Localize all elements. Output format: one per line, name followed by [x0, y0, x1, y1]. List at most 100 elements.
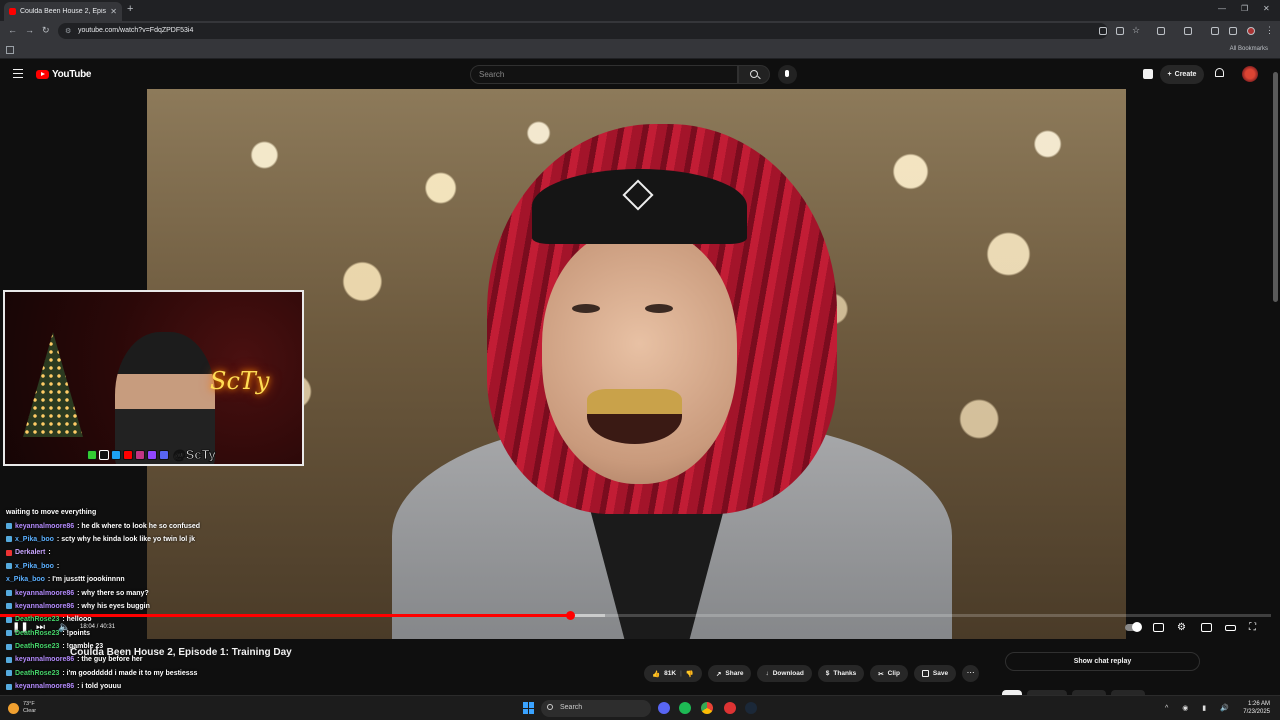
install-app-icon[interactable]: [1099, 27, 1107, 35]
captions-icon[interactable]: [1153, 623, 1164, 632]
apps-icon[interactable]: [6, 46, 14, 54]
thumbs-down-icon[interactable]: 👎: [686, 670, 694, 678]
twitter-icon: [111, 449, 121, 460]
thanks-button[interactable]: $ Thanks: [817, 665, 865, 682]
streamer: [115, 332, 215, 464]
weather-widget[interactable]: 73°F Clear: [8, 701, 36, 715]
chat-message: DeathRose23: i'm gooddddd i made it to m…: [6, 667, 326, 680]
download-button[interactable]: ↓ Download: [757, 665, 812, 682]
weather-desc: Clear: [23, 708, 37, 714]
chat-overlay: waiting to move everything keyannalmoore8…: [6, 506, 326, 707]
side-panel-icon[interactable]: [1184, 27, 1192, 35]
chat-username: keyannalmoore86: [15, 656, 75, 664]
video-subject-eye: [645, 304, 673, 313]
close-window-icon[interactable]: ✕: [1263, 4, 1270, 13]
new-tab-icon[interactable]: +: [127, 3, 133, 15]
save-button[interactable]: Save: [913, 665, 957, 682]
video-subject-grills: [587, 389, 682, 444]
video-subject-headband: [532, 169, 747, 244]
chat-message: waiting to move everything: [6, 506, 326, 519]
downloads-icon[interactable]: [1211, 27, 1219, 35]
clip-button[interactable]: ✂ Clip: [870, 665, 908, 682]
address-bar[interactable]: ⚙ youtube.com/watch?v=FdqZPDF53i4: [58, 23, 1108, 39]
video-subject-eye: [572, 304, 600, 313]
app-icon[interactable]: [724, 702, 736, 714]
chat-username: x_Pika_boo: [6, 576, 45, 584]
fullscreen-icon[interactable]: ⛶: [1249, 622, 1256, 633]
minimize-icon[interactable]: —: [1218, 4, 1226, 13]
all-bookmarks[interactable]: All Bookmarks: [1230, 46, 1268, 52]
instagram-icon: [135, 449, 145, 460]
extensions-icon[interactable]: [1157, 27, 1165, 35]
chat-message: x_Pika_boo: I'm jussttt joookinnnn: [6, 573, 326, 586]
chat-username: DeathRose23: [15, 616, 60, 624]
like-count: 81K: [664, 670, 677, 677]
chat-text: :: [56, 562, 60, 570]
neon-sign: ScTy: [210, 367, 270, 395]
steam-icon[interactable]: [745, 702, 757, 714]
more-actions-button[interactable]: ⋯: [962, 665, 980, 682]
site-info-icon[interactable]: ⚙: [65, 27, 71, 35]
bookmark-star-icon[interactable]: ☆: [1132, 25, 1140, 36]
chat-text: : he dk where to look he so confused: [77, 522, 201, 530]
spotify-icon[interactable]: [679, 702, 691, 714]
video-subject-face: [542, 229, 737, 484]
save-icon: [921, 670, 929, 677]
chat-badge-icon: [6, 630, 12, 637]
youtube-logo[interactable]: YouTube: [36, 69, 92, 80]
miniplayer-icon[interactable]: [1201, 623, 1212, 632]
scrollbar-thumb[interactable]: [1273, 72, 1278, 302]
start-button[interactable]: [523, 702, 535, 714]
search-icon: [750, 70, 758, 78]
youtube-favicon-icon: [9, 8, 16, 15]
discord-icon[interactable]: [658, 702, 670, 714]
chat-badge-icon: [6, 563, 12, 570]
theater-mode-icon[interactable]: [1225, 625, 1236, 631]
share-button[interactable]: ↗ Share: [707, 665, 752, 682]
chrome-icon[interactable]: [701, 702, 713, 714]
chat-message: DeathRose23: !points: [6, 627, 326, 640]
tab-close-icon[interactable]: ✕: [110, 7, 117, 16]
chat-username: keyannalmoore86: [15, 589, 75, 597]
autoplay-toggle[interactable]: [1125, 622, 1142, 632]
taskbar-search[interactable]: Search: [541, 700, 651, 717]
chat-text: :: [48, 549, 51, 557]
chat-username: x_Pika_boo: [15, 535, 54, 543]
settings-gear-icon[interactable]: ⚙: [1177, 622, 1186, 633]
back-icon[interactable]: ←: [8, 25, 17, 35]
taskbar-clock[interactable]: 1:26 AM 7/23/2025: [1243, 700, 1270, 716]
clip-label: Clip: [887, 670, 900, 677]
show-chat-replay-button[interactable]: Show chat replay: [1005, 652, 1200, 671]
account-avatar[interactable]: [1242, 66, 1258, 82]
search-input[interactable]: Search: [470, 65, 738, 84]
create-button[interactable]: + Create: [1160, 65, 1204, 84]
browser-tab[interactable]: Coulda Been House 2, Episo ✕: [4, 2, 122, 21]
tracking-protection-icon[interactable]: [1116, 27, 1124, 35]
system-tray[interactable]: ^ ◉ ▮ 🔊: [1165, 704, 1235, 712]
chat-badge-icon: [6, 536, 12, 543]
christmas-tree: [23, 332, 83, 437]
download-icon: ↓: [765, 670, 769, 677]
extension-icon[interactable]: [1229, 27, 1237, 35]
youtube-wordmark: YouTube: [52, 69, 92, 80]
save-label: Save: [932, 670, 949, 677]
games-icon[interactable]: [1143, 69, 1153, 79]
browser-menu-icon[interactable]: ⋮: [1265, 25, 1274, 36]
like-button[interactable]: 👍 81K | 👎: [644, 665, 702, 682]
search-button[interactable]: [738, 65, 770, 84]
maximize-icon[interactable]: ❐: [1241, 4, 1248, 13]
page-scrollbar[interactable]: [1271, 62, 1280, 694]
chat-username: keyannalmoore86: [15, 522, 75, 530]
profile-icon[interactable]: [1247, 27, 1255, 35]
windows-taskbar: 73°F Clear Search ^ ◉ ▮ 🔊 1:26 AM 7/23/2…: [0, 695, 1280, 720]
forward-icon[interactable]: →: [25, 25, 34, 35]
notifications-bell-icon[interactable]: [1215, 68, 1224, 77]
chat-badge-icon: [6, 590, 12, 597]
menu-icon[interactable]: [13, 69, 23, 81]
reload-icon[interactable]: ↻: [42, 25, 50, 36]
download-label: Download: [772, 670, 804, 677]
clock-time: 1:26 AM: [1247, 701, 1270, 707]
chat-text: : i'm gooddddd i made it to my bestiesss: [62, 669, 198, 677]
chat-message: keyannalmoore86: i told youuu: [6, 680, 326, 693]
voice-search-icon[interactable]: [778, 65, 797, 84]
